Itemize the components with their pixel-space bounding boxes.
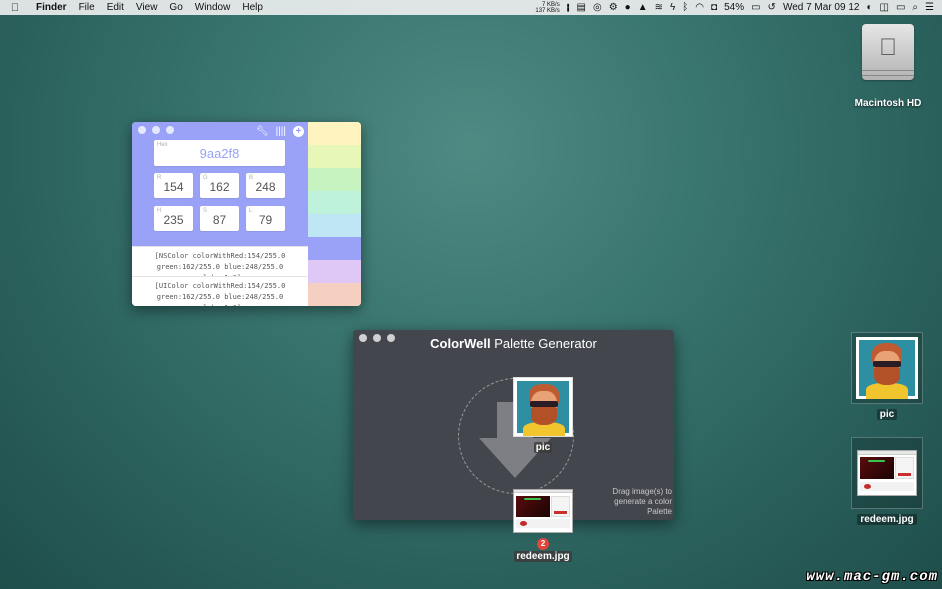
airplay-icon[interactable]: ▭ <box>896 0 905 15</box>
cpu-meter-icon[interactable]: ▮ ▮ <box>567 3 570 12</box>
drive-label: Macintosh HD <box>854 98 922 109</box>
add-icon[interactable]: + <box>293 126 304 137</box>
swatch[interactable] <box>308 214 361 237</box>
drag-hint-text: Drag image(s) to generate a color Palett… <box>612 487 672 516</box>
swatch[interactable] <box>308 145 361 168</box>
hue-field[interactable]: H 235 <box>154 206 193 231</box>
file-label: redeem.jpg <box>857 514 917 525</box>
menu-view[interactable]: View <box>130 2 164 13</box>
desktop-file-redeem[interactable]: redeem.jpg <box>851 437 923 527</box>
net-down-label: 137 KB/s <box>535 7 560 14</box>
clock[interactable]: Wed 7 Mar 09 12 <box>783 0 860 15</box>
minimize-button[interactable] <box>152 126 160 134</box>
user-icon[interactable]: ● <box>625 0 631 15</box>
dragged-file-pic[interactable]: pic <box>513 377 573 455</box>
title-rest: Palette Generator <box>490 336 597 351</box>
nscolor-code[interactable]: [NSColor colorWithRed:154/255.0 green:16… <box>132 246 308 282</box>
menu-go[interactable]: Go <box>163 2 188 13</box>
swatch[interactable] <box>308 237 361 260</box>
hard-drive-icon:  <box>862 24 914 80</box>
notification-center-icon[interactable]: ☰ <box>925 0 934 15</box>
green-value: 162 <box>209 180 230 194</box>
menu-bar:  Finder File Edit View Go Window Help 7… <box>0 0 942 15</box>
desktop-file-pic[interactable]: pic <box>851 332 923 422</box>
toolbar: 🔧︎ |||| + <box>256 126 304 137</box>
swatch[interactable] <box>308 168 361 191</box>
title-app-name: ColorWell <box>430 336 491 351</box>
color-info-window: 🔧︎ |||| + Hex 9aa2f8 R 154 G 162 B 248 H… <box>132 122 361 306</box>
drag-label-pic: pic <box>533 442 553 453</box>
swatch[interactable] <box>308 191 361 214</box>
web-screenshot-image <box>513 489 573 533</box>
spotlight-search-icon[interactable]: ⌕ <box>912 0 918 15</box>
saturation-field[interactable]: S 87 <box>200 206 239 231</box>
bluetooth-icon[interactable]: ᛒ <box>682 0 688 15</box>
swatch[interactable] <box>308 260 361 283</box>
menu-file[interactable]: File <box>73 2 101 13</box>
battery-percent[interactable]: 54% <box>724 0 744 15</box>
feed-icon[interactable]: ≋ <box>655 0 663 15</box>
hue-value: 235 <box>163 213 184 227</box>
swatch[interactable] <box>308 283 361 306</box>
window-title: ColorWell Palette Generator <box>353 336 674 351</box>
lock-icon[interactable]: ◘ <box>711 0 717 15</box>
menu-help[interactable]: Help <box>236 2 269 13</box>
file-thumbnail <box>851 332 923 404</box>
color-preview-panel: 🔧︎ |||| + Hex 9aa2f8 R 154 G 162 B 248 H… <box>132 122 308 246</box>
green-field[interactable]: G 162 <box>200 173 239 198</box>
saturation-value: 87 <box>212 213 227 227</box>
bolt-icon[interactable]: ϟ <box>670 0 675 15</box>
file-count-badge: 2 <box>537 538 549 550</box>
color-picker-icon[interactable]: ◫ <box>880 0 889 15</box>
watermark: www.mac-gm.com <box>806 569 938 585</box>
close-button[interactable] <box>138 126 146 134</box>
wifi-icon[interactable]: ◠ <box>695 0 704 15</box>
apple-menu-icon[interactable]:  <box>0 2 30 14</box>
web-screenshot-image <box>857 450 917 496</box>
barcode-icon[interactable]: |||| <box>276 126 286 137</box>
battery-icon[interactable]: ▭ <box>751 0 760 15</box>
dragged-file-redeem[interactable]: 2 redeem.jpg <box>507 489 579 564</box>
red-field[interactable]: R 154 <box>154 173 193 198</box>
avatar-image <box>856 337 918 399</box>
hex-field[interactable]: Hex 9aa2f8 <box>154 140 285 166</box>
palette-swatches <box>308 122 361 306</box>
bear-icon[interactable]: ▲ <box>638 0 648 15</box>
window-controls <box>138 126 174 134</box>
menu-finder[interactable]: Finder <box>30 2 73 13</box>
menu-edit[interactable]: Edit <box>101 2 130 13</box>
hex-value: 9aa2f8 <box>199 146 240 161</box>
macintosh-hd-drive[interactable]:  Macintosh HD <box>850 24 926 109</box>
avatar-image <box>513 377 573 437</box>
apple-logo-icon:  <box>862 34 914 62</box>
uicolor-code[interactable]: [UIColor colorWithRed:154/255.0 green:16… <box>132 276 308 306</box>
swatch[interactable] <box>308 122 361 145</box>
file-label: pic <box>876 409 898 420</box>
file-thumbnail <box>851 437 923 509</box>
blue-value: 248 <box>255 180 276 194</box>
lightness-field[interactable]: L 79 <box>246 206 285 231</box>
network-speed-indicator[interactable]: 7 KB/s 137 KB/s <box>535 2 559 14</box>
blue-field[interactable]: B 248 <box>246 173 285 198</box>
wrench-icon[interactable]: 🔧︎ <box>256 126 269 137</box>
red-value: 154 <box>163 180 184 194</box>
lightness-value: 79 <box>258 213 273 227</box>
drag-label-redeem: redeem.jpg <box>514 551 572 562</box>
zoom-button[interactable] <box>166 126 174 134</box>
night-shift-icon[interactable]: ◐ <box>866 0 872 15</box>
aperture-icon[interactable]: ◎ <box>593 0 602 15</box>
menu-window[interactable]: Window <box>189 2 237 13</box>
gear-icon[interactable]: ⚙ <box>609 0 618 15</box>
disk-meter-icon[interactable]: ▤ <box>577 0 586 15</box>
time-machine-icon[interactable]: ↺ <box>768 0 776 15</box>
